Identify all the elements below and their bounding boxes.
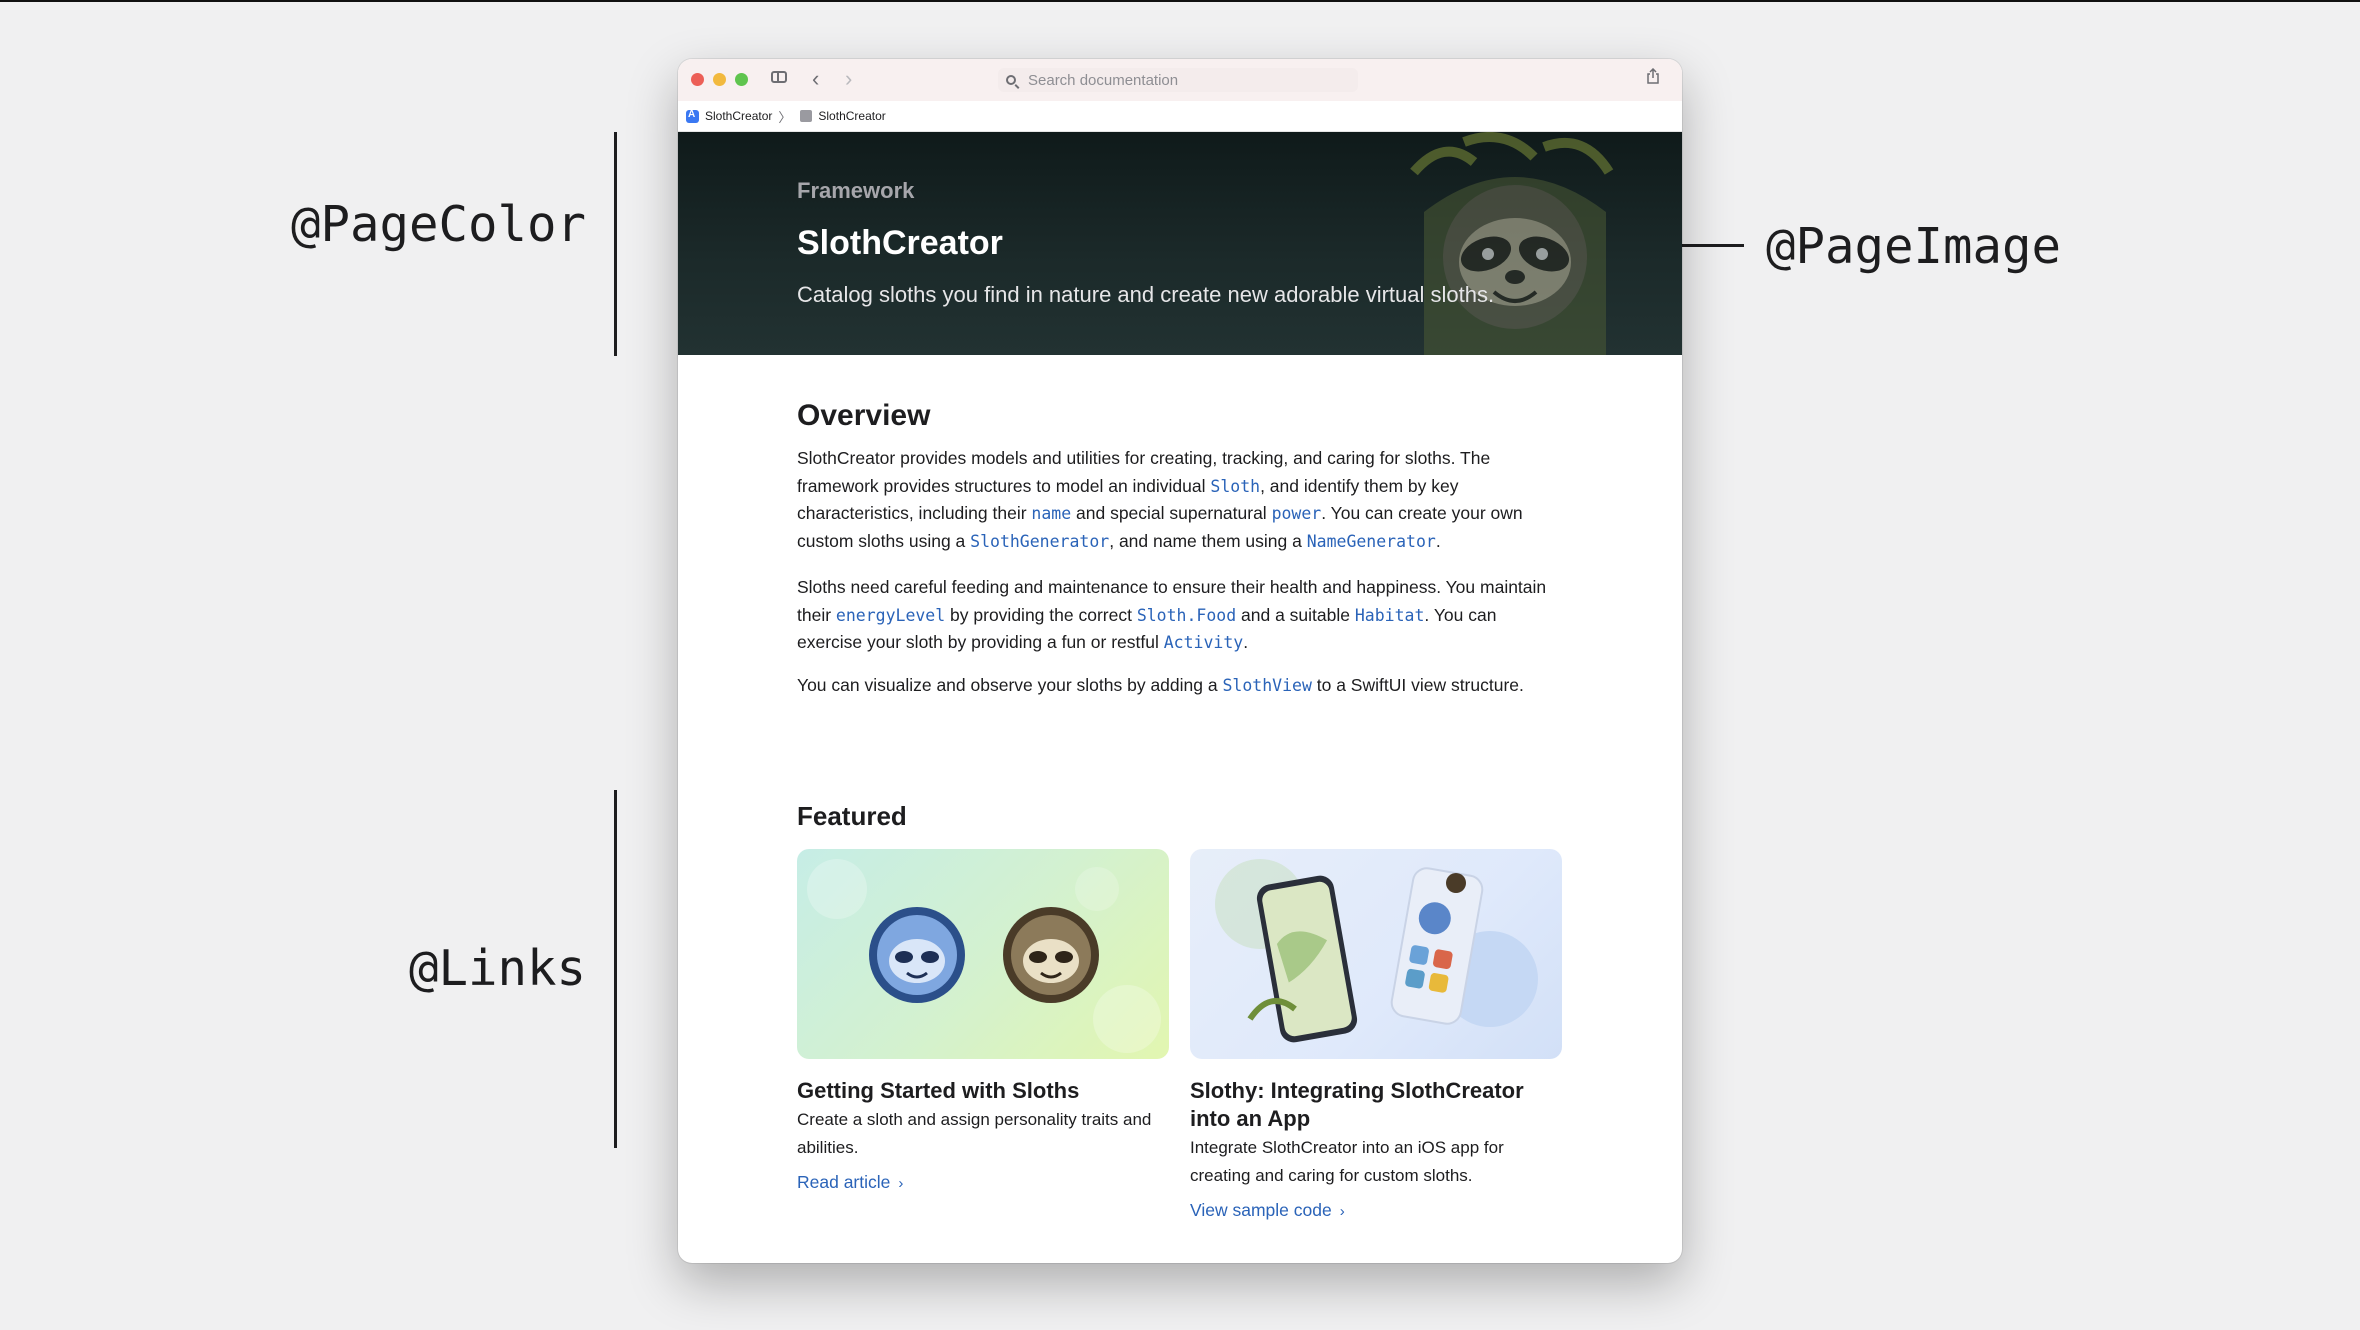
annotation-page-image: @PageImage [1766, 218, 2062, 275]
top-border [0, 0, 2360, 2]
search-icon [1006, 75, 1016, 85]
link-label[interactable]: View sample code [1190, 1200, 1332, 1220]
zoom-window-button[interactable] [735, 73, 748, 86]
back-chevron-icon[interactable]: ‹ [812, 68, 819, 90]
window-toolbar: ‹ › [678, 59, 1682, 101]
text: You can visualize and observe your sloth… [797, 675, 1223, 695]
page-abstract: Catalog sloths you find in nature and cr… [797, 282, 1495, 307]
featured-heading: Featured [797, 801, 907, 831]
read-article-link[interactable]: Read article › [797, 1172, 903, 1193]
sidebar-toggle-icon[interactable] [771, 71, 787, 83]
annotation-bracket-links [614, 790, 617, 1148]
featured-card-getting-started[interactable]: Getting Started with Sloths Create a slo… [797, 849, 1169, 1192]
sloth-page-image [1410, 132, 1614, 355]
overview-paragraph-1: SlothCreator provides models and utiliti… [797, 445, 1563, 556]
close-window-button[interactable] [691, 73, 704, 86]
symbol-link-sloth-generator[interactable]: SlothGenerator [970, 532, 1109, 551]
symbol-link-sloth-view[interactable]: SlothView [1222, 676, 1311, 695]
annotation-page-color: @PageColor [290, 196, 586, 253]
symbol-link-power[interactable]: power [1272, 504, 1322, 523]
card-title[interactable]: Slothy: Integrating SlothCreator into an… [1190, 1077, 1562, 1133]
symbol-link-name-generator[interactable]: NameGenerator [1307, 532, 1436, 551]
symbol-link-habitat[interactable]: Habitat [1355, 606, 1425, 625]
framework-icon [800, 110, 813, 122]
sloth-avatars-illustration [807, 859, 1161, 1053]
card-description: Integrate SlothCreator into an iOS app f… [1190, 1138, 1504, 1185]
card-description: Create a sloth and assign personality tr… [797, 1110, 1152, 1157]
breadcrumb-item-framework[interactable]: SlothCreator [818, 109, 885, 123]
page-eyebrow: Framework [797, 178, 915, 203]
text: by providing the correct [945, 604, 1137, 625]
symbol-link-name[interactable]: name [1031, 504, 1071, 523]
view-sample-code-link[interactable]: View sample code › [1190, 1200, 1345, 1221]
overview-heading: Overview [797, 399, 931, 432]
browser-window: ‹ › SlothCreator 〉 SlothCreator [678, 59, 1682, 1263]
page-header-banner: Framework SlothCreator Catalog sloths yo… [678, 132, 1682, 355]
annotation-links: @Links [408, 940, 586, 997]
app-icon [686, 109, 699, 123]
app-screenshots-illustration [1215, 859, 1538, 1043]
symbol-link-energy-level[interactable]: energyLevel [836, 606, 945, 625]
breadcrumb: SlothCreator 〉 SlothCreator [678, 101, 1682, 132]
chevron-right-icon: › [1339, 1203, 1345, 1220]
breadcrumb-chevron-icon: 〉 [778, 109, 792, 125]
share-icon[interactable] [1646, 68, 1660, 84]
symbol-link-sloth-food[interactable]: Sloth.Food [1137, 606, 1236, 625]
text: to a SwiftUI view structure. [1311, 675, 1524, 695]
overview-paragraph-2: Sloths need careful feeding and maintena… [797, 574, 1563, 657]
card-image[interactable] [1190, 849, 1562, 1059]
card-title[interactable]: Getting Started with Sloths [797, 1077, 1169, 1105]
text: and special supernatural [1071, 503, 1272, 524]
text: and a suitable [1236, 604, 1355, 625]
search-input[interactable] [1026, 70, 1330, 90]
chevron-right-icon: › [898, 1175, 904, 1192]
minimize-window-button[interactable] [713, 73, 726, 86]
text: . [1243, 632, 1249, 653]
annotation-bracket-page-color [614, 132, 617, 356]
page-title: SlothCreator [797, 224, 1003, 262]
symbol-link-sloth[interactable]: Sloth [1210, 477, 1260, 496]
overview-paragraph-3: You can visualize and observe your sloth… [797, 672, 1563, 700]
featured-card-slothy[interactable]: Slothy: Integrating SlothCreator into an… [1190, 849, 1562, 1220]
search-field[interactable] [998, 68, 1358, 92]
text: . [1435, 531, 1441, 552]
symbol-link-activity[interactable]: Activity [1164, 633, 1243, 652]
card-image[interactable] [797, 849, 1169, 1059]
link-label[interactable]: Read article [797, 1172, 890, 1192]
text: , and name them using a [1109, 531, 1307, 552]
forward-chevron-icon[interactable]: › [845, 68, 852, 90]
breadcrumb-item-app[interactable]: SlothCreator [705, 109, 772, 123]
